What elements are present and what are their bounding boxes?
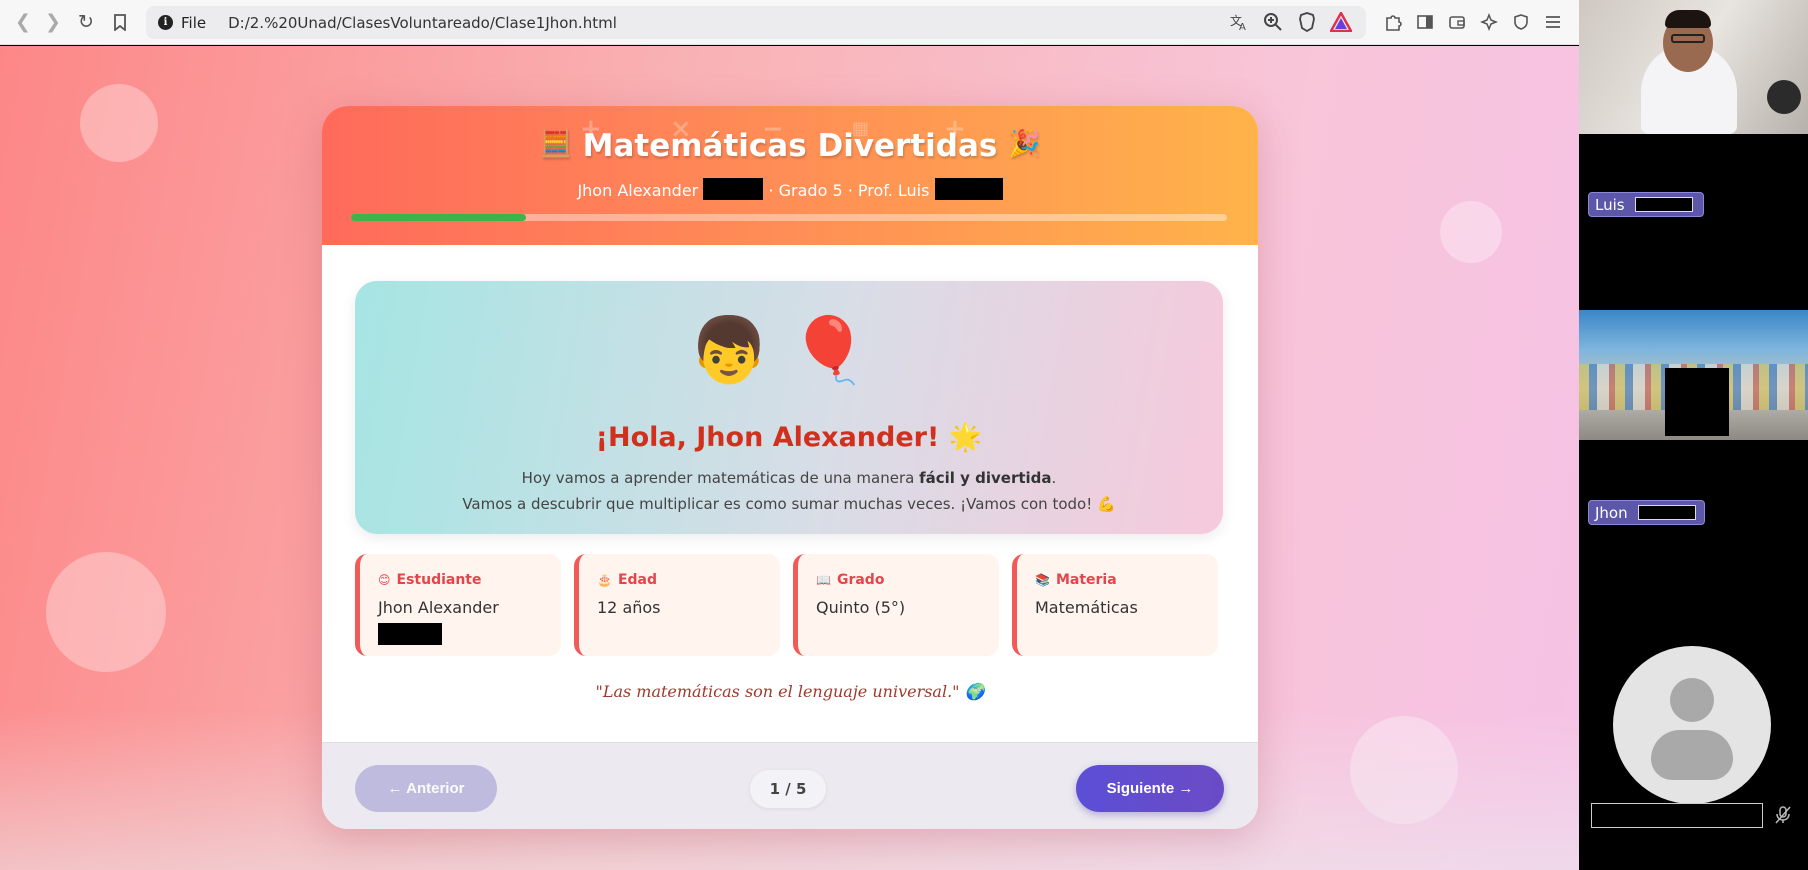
browser-toolbar: ❮ ❯ ↻ i File D:/2.%20Unad/ClasesVoluntar… bbox=[0, 0, 1579, 45]
web-page: + × − ▦ + 🧮 Matemáticas Divertidas 🎉 Jho… bbox=[0, 46, 1579, 870]
welcome-greeting: ¡Hola, Jhon Alexander! 🌟 bbox=[355, 421, 1223, 453]
info-card-label: 😊 Estudiante bbox=[378, 572, 561, 588]
url-text[interactable]: D:/2.%20Unad/ClasesVoluntareado/Clase1Jh… bbox=[228, 14, 617, 32]
page-indicator: 1 / 5 bbox=[750, 770, 826, 808]
browser-window: ❮ ❯ ↻ i File D:/2.%20Unad/ClasesVoluntar… bbox=[0, 0, 1579, 870]
lesson-navigation: ← Anterior 1 / 5 Siguiente → bbox=[322, 742, 1258, 829]
vpn-shield-icon[interactable] bbox=[1508, 9, 1534, 35]
smile-icon: 😊 bbox=[378, 573, 391, 587]
back-arrow-icon[interactable]: ❮ bbox=[10, 9, 36, 35]
participant-name: Luis bbox=[1595, 195, 1625, 214]
sidebar-toggle-icon[interactable] bbox=[1412, 9, 1438, 35]
info-card-label-text: Grado bbox=[836, 572, 885, 588]
info-card-label-text: Estudiante bbox=[396, 572, 482, 588]
previous-button[interactable]: ← Anterior bbox=[355, 765, 497, 812]
brave-rewards-icon[interactable] bbox=[1328, 9, 1354, 35]
self-avatar-placeholder bbox=[1613, 646, 1771, 804]
info-card-value: 12 años bbox=[597, 598, 661, 617]
zoom-icon[interactable] bbox=[1260, 9, 1286, 35]
cake-icon: 🎂 bbox=[597, 573, 612, 587]
info-card-grade: 📖 Grado Quinto (5°) bbox=[793, 554, 999, 656]
video-tile-teacher[interactable] bbox=[1579, 0, 1808, 134]
lesson-title-row: 🧮 Matemáticas Divertidas 🎉 bbox=[322, 128, 1258, 164]
welcome-line-2: Vamos a descubrir que multiplicar es com… bbox=[462, 495, 1116, 513]
info-card-label: 📖 Grado bbox=[816, 572, 999, 588]
mic-muted-icon[interactable] bbox=[1775, 806, 1791, 829]
bookmark-icon[interactable] bbox=[107, 9, 133, 35]
microphone-stand-icon bbox=[1767, 80, 1801, 114]
info-card-label: 🎂 Edad bbox=[597, 572, 780, 588]
leo-ai-icon[interactable] bbox=[1476, 9, 1502, 35]
brave-shield-icon[interactable] bbox=[1294, 9, 1320, 35]
info-icon[interactable]: i bbox=[158, 15, 173, 30]
teacher-video-glasses bbox=[1671, 34, 1705, 43]
info-card-subject: 📚 Materia Matemáticas bbox=[1012, 554, 1218, 656]
lesson-title: Matemáticas Divertidas bbox=[582, 128, 998, 164]
redacted-surname bbox=[1637, 505, 1696, 520]
redacted-teacher-surname bbox=[934, 178, 1003, 200]
subtitle-student-name: Jhon Alexander bbox=[577, 181, 699, 200]
participant-name-tag: Jhon bbox=[1588, 500, 1705, 525]
welcome-line-1: Hoy vamos a aprender matemáticas de una … bbox=[355, 465, 1223, 491]
welcome-line-1-bold: fácil y divertida bbox=[919, 469, 1052, 487]
lesson-progress-bar bbox=[351, 214, 1227, 221]
decorative-bubble bbox=[80, 84, 158, 162]
browser-extension-icons bbox=[1380, 9, 1566, 35]
url-scheme-label: File bbox=[181, 13, 207, 32]
info-card-value: Matemáticas bbox=[1035, 598, 1138, 617]
redacted-surname bbox=[703, 178, 764, 200]
welcome-banner: 👦🎈 ¡Hola, Jhon Alexander! 🌟 Hoy vamos a … bbox=[355, 281, 1223, 534]
teacher-video-hair bbox=[1665, 10, 1711, 28]
books-icon: 📚 bbox=[1035, 573, 1050, 587]
menu-hamburger-icon[interactable] bbox=[1540, 9, 1566, 35]
avatar-body-icon bbox=[1651, 730, 1733, 780]
next-button[interactable]: Siguiente → bbox=[1076, 765, 1224, 812]
info-card-label-text: Edad bbox=[617, 572, 658, 588]
forward-arrow-icon[interactable]: ❯ bbox=[40, 9, 66, 35]
address-bar-actions: 文A bbox=[1226, 9, 1354, 35]
star-icon: 🌟 bbox=[948, 422, 983, 453]
extensions-puzzle-icon[interactable] bbox=[1380, 9, 1406, 35]
participant-name: Jhon bbox=[1595, 503, 1628, 522]
info-card-value: Quinto (5°) bbox=[816, 598, 906, 617]
redacted-surname bbox=[1634, 197, 1693, 212]
reload-icon[interactable]: ↻ bbox=[73, 9, 99, 35]
video-tile-student[interactable] bbox=[1579, 310, 1808, 440]
lesson-card: + × − ▦ + 🧮 Matemáticas Divertidas 🎉 Jho… bbox=[322, 106, 1258, 829]
wallet-icon[interactable] bbox=[1444, 9, 1470, 35]
lesson-progress-fill bbox=[351, 214, 527, 221]
info-card-age: 🎂 Edad 12 años bbox=[574, 554, 780, 656]
decorative-bubble bbox=[46, 552, 166, 672]
redacted-surname bbox=[378, 623, 442, 645]
lesson-subtitle: Jhon Alexander · Grado 5 · Prof. Luis bbox=[322, 178, 1258, 200]
open-book-icon: 📖 bbox=[816, 573, 831, 587]
lesson-quote: "Las matemáticas son el lenguaje univers… bbox=[595, 682, 985, 701]
welcome-line-1-end: . bbox=[1051, 469, 1057, 487]
self-name-box bbox=[1591, 803, 1763, 828]
avatar-head-icon bbox=[1670, 678, 1714, 722]
svg-text:A: A bbox=[1239, 22, 1246, 32]
greeting-text: ¡Hola, Jhon Alexander! bbox=[595, 422, 940, 453]
participant-name-tag: Luis bbox=[1588, 192, 1704, 217]
welcome-message: Hoy vamos a aprender matemáticas de una … bbox=[355, 465, 1223, 517]
address-bar[interactable]: i File D:/2.%20Unad/ClasesVoluntareado/C… bbox=[146, 6, 1366, 39]
redacted-student-video bbox=[1665, 368, 1729, 436]
party-popper-icon: 🎉 bbox=[1008, 129, 1041, 159]
boy-balloon-icon: 👦🎈 bbox=[689, 314, 889, 388]
subtitle-grade-teacher: · Grado 5 · Prof. Luis bbox=[768, 181, 930, 200]
abacus-icon: 🧮 bbox=[539, 129, 572, 159]
info-card-label-text: Materia bbox=[1055, 572, 1117, 588]
translate-icon[interactable]: 文A bbox=[1226, 9, 1252, 35]
welcome-line-1-text: Hoy vamos a aprender matemáticas de una … bbox=[521, 469, 920, 487]
info-card-student: 😊 Estudiante Jhon Alexander bbox=[355, 554, 561, 656]
info-card-value: Jhon Alexander bbox=[378, 598, 499, 617]
lesson-header: + × − ▦ + 🧮 Matemáticas Divertidas 🎉 Jho… bbox=[322, 106, 1258, 245]
info-card-label: 📚 Materia bbox=[1035, 572, 1218, 588]
video-call-panel: Luis Jhon bbox=[1579, 0, 1808, 870]
decorative-bubble bbox=[1440, 201, 1502, 263]
